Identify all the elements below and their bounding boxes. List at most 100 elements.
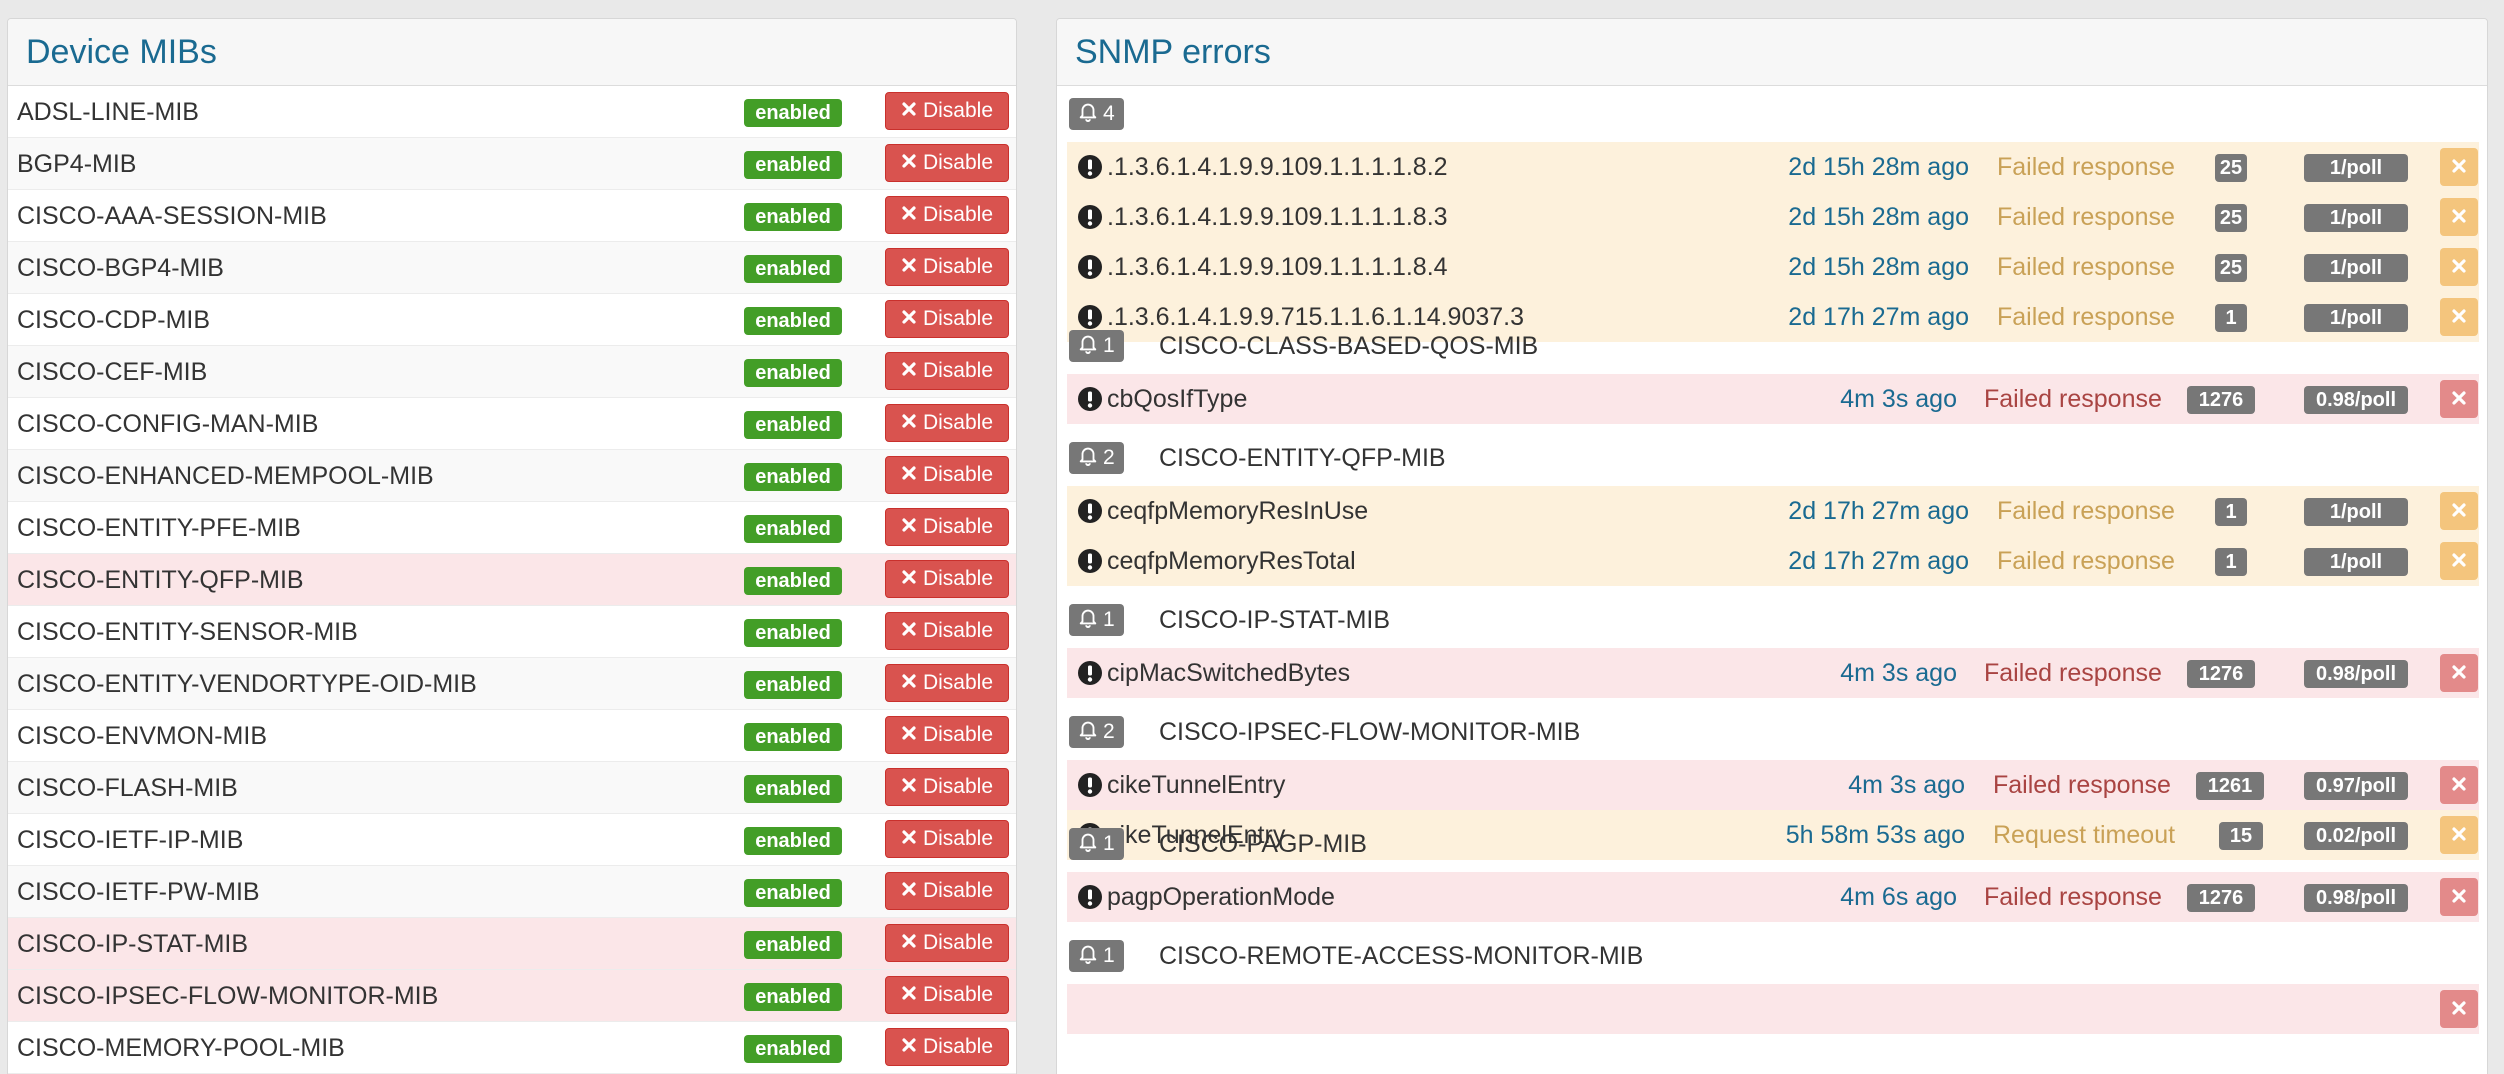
error-rate-badge: 0.98/poll (2304, 386, 2408, 414)
dismiss-error-button[interactable] (2440, 248, 2478, 286)
dismiss-error-button[interactable] (2440, 380, 2478, 418)
enabled-badge: enabled (744, 151, 842, 179)
error-status: Failed response (1997, 153, 2175, 181)
mib-row: CISCO-ENTITY-SENSOR-MIB enabled Disable (8, 606, 1016, 658)
disable-label: Disable (922, 255, 994, 278)
close-icon (2451, 552, 2467, 571)
disable-label: Disable (922, 99, 994, 122)
mib-name: BGP4-MIB (17, 150, 137, 178)
mib-row: CISCO-IPSEC-FLOW-MONITOR-MIB enabled Disab… (8, 970, 1016, 1022)
disable-button[interactable]: Disable (885, 456, 1009, 494)
error-row: pagpOperationMode 4m 6s ago Failed respons… (1067, 872, 2479, 922)
close-icon (901, 879, 917, 903)
error-count: 1 (1103, 334, 1115, 357)
dismiss-error-button[interactable] (2440, 542, 2478, 580)
close-icon (2451, 502, 2467, 521)
disable-button[interactable]: Disable (885, 1028, 1009, 1066)
enabled-badge: enabled (744, 567, 842, 595)
error-count-badge: 4 (1069, 98, 1124, 130)
error-row: ceqfpMemoryResInUse 2d 17h 27m ago Failed … (1067, 486, 2479, 536)
mib-name: CISCO-AAA-SESSION-MIB (17, 202, 327, 230)
close-icon (901, 515, 917, 539)
disable-button[interactable]: Disable (885, 404, 1009, 442)
error-status: Failed response (1984, 883, 2162, 911)
disable-button[interactable]: Disable (885, 716, 1009, 754)
dismiss-error-button[interactable] (2440, 198, 2478, 236)
close-icon (901, 827, 917, 851)
close-icon (901, 619, 917, 643)
disable-label: Disable (922, 307, 994, 330)
error-group-title: CISCO-IP-STAT-MIB (1159, 605, 1391, 634)
error-count-badge: 1 (1069, 330, 1124, 362)
error-rate-badge: 1/poll (2304, 548, 2408, 576)
dismiss-error-button[interactable] (2440, 654, 2478, 692)
mib-name: CISCO-IETF-PW-MIB (17, 878, 260, 906)
exclamation-circle-icon (1077, 498, 1103, 524)
close-icon (901, 775, 917, 799)
mib-row: CISCO-ENHANCED-MEMPOOL-MIB enabled Disable (8, 450, 1016, 502)
error-count-badge: 2 (1069, 716, 1124, 748)
error-status: Failed response (1993, 771, 2171, 799)
enabled-badge: enabled (744, 99, 842, 127)
mib-row: BGP4-MIB enabled Disable (8, 138, 1016, 190)
error-count: 2 (1103, 720, 1115, 743)
error-time: 2d 17h 27m ago (1788, 547, 1969, 575)
error-occurrences-badge: 1261 (2196, 772, 2264, 800)
bell-icon (1077, 332, 1099, 360)
dismiss-error-button[interactable] (2440, 148, 2478, 186)
disable-button[interactable]: Disable (885, 508, 1009, 546)
mib-name: CISCO-IP-STAT-MIB (17, 930, 249, 958)
error-oid: cipMacSwitchedBytes (1107, 659, 1351, 687)
error-group-title: CISCO-ENTITY-QFP-MIB (1159, 443, 1446, 472)
mib-row: CISCO-BGP4-MIB enabled Disable (8, 242, 1016, 294)
disable-button[interactable]: Disable (885, 664, 1009, 702)
error-row: cbQosIfType 4m 3s ago Failed response 1276 0… (1067, 374, 2479, 424)
dismiss-error-button[interactable] (2440, 990, 2478, 1028)
bell-icon (1077, 444, 1099, 472)
mib-name: CISCO-MEMORY-POOL-MIB (17, 1034, 345, 1062)
enabled-badge: enabled (744, 307, 842, 335)
mib-row: CISCO-CONFIG-MAN-MIB enabled Disable (8, 398, 1016, 450)
dismiss-error-button[interactable] (2440, 878, 2478, 916)
disable-button[interactable]: Disable (885, 300, 1009, 338)
exclamation-circle-icon (1077, 548, 1103, 574)
disable-button[interactable]: Disable (885, 144, 1009, 182)
disable-button[interactable]: Disable (885, 92, 1009, 130)
disable-button[interactable]: Disable (885, 612, 1009, 650)
mib-name: CISCO-IETF-IP-MIB (17, 826, 244, 854)
disable-button[interactable]: Disable (885, 976, 1009, 1014)
disable-button[interactable]: Disable (885, 768, 1009, 806)
close-icon (901, 723, 917, 747)
disable-button[interactable]: Disable (885, 924, 1009, 962)
mib-name: ADSL-LINE-MIB (17, 98, 199, 126)
close-icon (901, 151, 917, 175)
error-group-title: CISCO-PAGP-MIB (1159, 829, 1367, 858)
disable-label: Disable (922, 515, 994, 538)
error-rate-badge: 1/poll (2304, 204, 2408, 232)
error-occurrences-badge: 25 (2215, 254, 2247, 282)
disable-button[interactable]: Disable (885, 352, 1009, 390)
disable-label: Disable (922, 619, 994, 642)
close-icon (2451, 888, 2467, 907)
disable-label: Disable (922, 827, 994, 850)
dismiss-error-button[interactable] (2440, 492, 2478, 530)
dismiss-error-button[interactable] (2440, 766, 2478, 804)
error-oid: .1.3.6.1.4.1.9.9.109.1.1.1.1.8.4 (1107, 253, 1448, 281)
close-icon (901, 411, 917, 435)
error-status: Failed response (1984, 659, 2162, 687)
disable-button[interactable]: Disable (885, 196, 1009, 234)
disable-label: Disable (922, 931, 994, 954)
exclamation-circle-icon (1077, 660, 1103, 686)
error-oid: cbQosIfType (1107, 385, 1248, 413)
exclamation-circle-icon (1077, 386, 1103, 412)
mib-row: CISCO-CEF-MIB enabled Disable (8, 346, 1016, 398)
bell-icon (1077, 942, 1099, 970)
disable-button[interactable]: Disable (885, 248, 1009, 286)
error-oid: ceqfpMemoryResInUse (1107, 497, 1369, 525)
disable-button[interactable]: Disable (885, 872, 1009, 910)
error-rate-badge: 0.98/poll (2304, 884, 2408, 912)
disable-button[interactable]: Disable (885, 560, 1009, 598)
disable-button[interactable]: Disable (885, 820, 1009, 858)
error-occurrences-badge: 1 (2215, 548, 2247, 576)
close-icon (901, 359, 917, 383)
